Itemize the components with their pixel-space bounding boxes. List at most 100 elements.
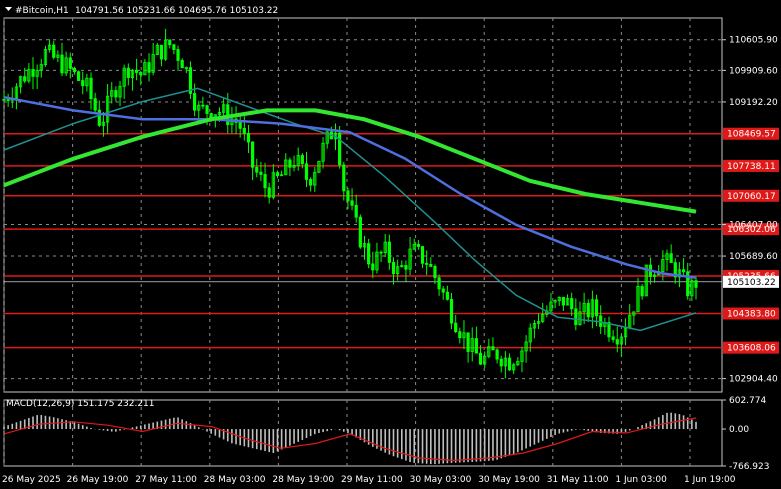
x-tick-label: 29 May 11:00: [341, 475, 403, 485]
candle-body: [193, 93, 197, 111]
x-tick-label: 1 Jun 03:00: [615, 475, 667, 485]
candle-body: [176, 49, 180, 61]
candle-body: [255, 166, 259, 173]
candle-body: [342, 164, 346, 192]
candle-body: [371, 263, 375, 271]
candle-body: [491, 346, 495, 351]
candle-body: [495, 349, 499, 360]
x-tick-label: 27 May 11:00: [135, 475, 197, 485]
y-tick-label: 106407.00: [729, 220, 778, 230]
macd-title: MACD(12,26,9) 151.175 232.211: [6, 399, 155, 409]
candle-body: [474, 338, 478, 354]
candle-body: [586, 302, 590, 318]
candle-body: [615, 339, 619, 345]
x-tick-label: 26 May 2025: [2, 475, 61, 485]
candle-body: [172, 44, 176, 50]
candle-body: [76, 71, 81, 81]
candle-body: [205, 105, 209, 114]
candle-body: [309, 179, 313, 186]
candle-body: [449, 298, 454, 324]
candle-body: [367, 243, 371, 265]
candle-body: [93, 98, 97, 111]
candle-body: [2, 99, 6, 101]
candle-body: [6, 99, 10, 102]
macd-panel: [3, 412, 697, 465]
y-tick-label: 105689.60: [729, 252, 778, 262]
candle-body: [611, 336, 615, 340]
candle-body: [458, 331, 462, 339]
horizontal-levels: 108469.57107738.11107060.17106302.061052…: [4, 127, 779, 354]
candle-body: [288, 159, 292, 168]
level-label: 107738.11: [727, 162, 776, 172]
candle-body: [72, 67, 77, 73]
candle-body: [300, 155, 304, 165]
y-tick-label: 102904.40: [729, 375, 778, 385]
level-label: 108469.57: [727, 130, 776, 140]
macd-frame: [3, 399, 723, 467]
candle-body: [441, 288, 445, 293]
price-frame: [3, 17, 723, 393]
candle-body: [134, 69, 139, 73]
candle-body: [607, 322, 611, 338]
chevron-down-icon[interactable]: [5, 7, 12, 11]
symbol-header: #Bitcoin,H1 104791.56 105231.66 104695.7…: [5, 6, 278, 16]
candle-body: [429, 263, 433, 267]
level-label: 103608.06: [727, 344, 776, 354]
candle-body: [694, 280, 698, 288]
x-tick-label: 1 Jun 19:00: [684, 475, 736, 485]
candle-body: [114, 90, 118, 98]
candle-body: [304, 163, 309, 180]
candle-body: [263, 174, 267, 189]
candle-body: [246, 132, 251, 143]
candle-body: [31, 69, 35, 77]
candle-body: [238, 122, 242, 129]
candle-body: [574, 308, 578, 326]
level-label: 104383.80: [727, 310, 776, 320]
candle-body: [52, 44, 56, 58]
candle-body: [68, 57, 72, 69]
candle-body: [168, 39, 172, 46]
x-tick-label: 31 May 11:00: [547, 475, 609, 485]
candle-body: [420, 246, 425, 264]
x-tick-label: 30 May 03:00: [410, 475, 472, 485]
macd-y-tick-label: 602.774: [729, 396, 766, 406]
candle-body: [433, 266, 437, 279]
candle-body: [89, 77, 93, 100]
candle-body: [267, 187, 271, 198]
candle-body: [242, 127, 246, 134]
x-tick-label: 28 May 19:00: [272, 475, 334, 485]
y-tick-label: 109909.60: [729, 66, 778, 76]
candle-body: [354, 204, 358, 218]
candle-body: [594, 299, 599, 317]
candle-body: [669, 253, 673, 263]
candle-body: [640, 285, 644, 297]
macd-signal-line: [3, 417, 697, 462]
candle-body: [379, 251, 383, 254]
candle-body: [159, 44, 164, 60]
candle-body: [570, 298, 574, 310]
candle-body: [387, 241, 391, 263]
trading-chart[interactable]: 108469.57107738.11107060.17106302.061052…: [0, 0, 781, 489]
candle-body: [180, 60, 184, 69]
candle-body: [454, 322, 458, 333]
candle-body: [499, 358, 503, 367]
macd-y-tick-label: -766.923: [729, 462, 769, 472]
candle-body: [561, 296, 566, 306]
symbol-label: #Bitcoin,H1: [15, 6, 69, 16]
candle-body: [425, 262, 429, 265]
candle-body: [445, 291, 449, 300]
candle-body: [416, 244, 420, 247]
candle-body: [147, 62, 151, 73]
x-tick-label: 30 May 19:00: [478, 475, 540, 485]
candle-body: [478, 352, 483, 365]
level-label: 107060.17: [727, 192, 776, 202]
candle-body: [466, 332, 470, 352]
candle-body: [350, 200, 354, 206]
candle-body: [338, 132, 342, 166]
y-tick-label: 109192.20: [729, 98, 778, 108]
x-tick-label: 28 May 03:00: [204, 475, 266, 485]
candle-body: [404, 265, 408, 270]
ohlc-values: 104791.56 105231.66 104695.76 105103.22: [75, 6, 278, 16]
candle-body: [275, 172, 280, 177]
candle-body: [259, 171, 263, 175]
